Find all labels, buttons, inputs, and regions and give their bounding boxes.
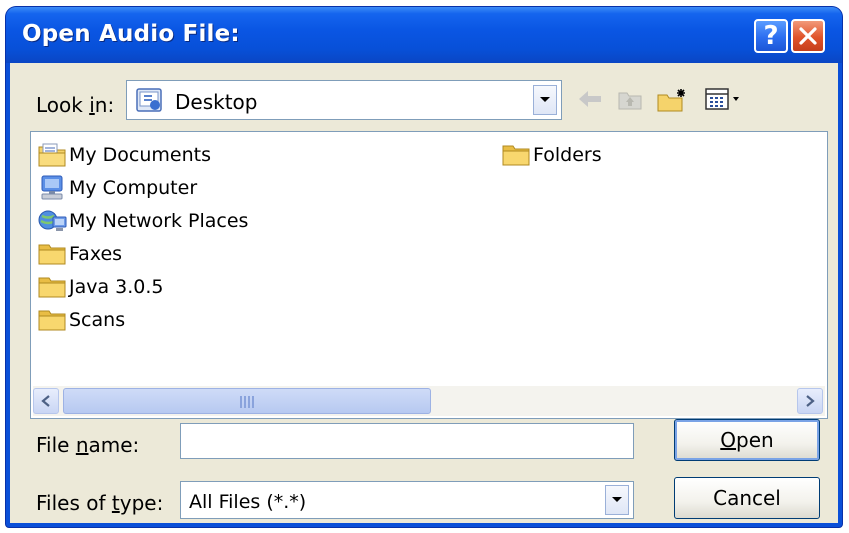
- view-menu-button[interactable]: [704, 87, 744, 116]
- look-in-value: Desktop: [175, 90, 258, 114]
- files-of-type-label: Files of type:: [36, 491, 164, 515]
- files-of-type-dropdown-button[interactable]: [605, 485, 629, 515]
- list-item-label: My Network Places: [69, 210, 249, 232]
- list-item-folders[interactable]: Folders: [501, 140, 602, 170]
- file-name-input[interactable]: [180, 423, 634, 459]
- dialog-body: Look in: Desktop My Documents My Compute…: [10, 63, 838, 523]
- up-folder-icon: [618, 92, 642, 110]
- list-item-my-network-places[interactable]: My Network Places: [37, 206, 248, 236]
- chevron-down-icon: [612, 497, 622, 502]
- horizontal-scrollbar[interactable]: [33, 386, 825, 416]
- look-in-dropdown[interactable]: Desktop: [126, 80, 562, 120]
- list-item-label: Scans: [69, 309, 126, 331]
- folder-icon: [37, 273, 69, 301]
- new-folder-icon: [657, 89, 685, 112]
- chevron-right-icon: [806, 395, 815, 407]
- list-item-label: Faxes: [69, 243, 123, 265]
- back-arrow-icon: [579, 91, 601, 107]
- desktop-icon: [136, 88, 162, 112]
- scrollbar-thumb[interactable]: [63, 388, 431, 414]
- files-of-type-value: All Files (*.*): [189, 491, 307, 513]
- list-item-my-computer[interactable]: My Computer: [37, 173, 197, 203]
- file-name-label: File name:: [36, 433, 140, 457]
- open-audio-file-dialog: Open Audio File: ? Look in: Desktop My D…: [6, 7, 842, 527]
- open-button[interactable]: Open: [674, 419, 820, 461]
- look-in-dropdown-button[interactable]: [533, 85, 557, 115]
- help-button[interactable]: ?: [754, 19, 788, 53]
- list-item-label: My Documents: [69, 144, 212, 166]
- list-item-my-documents[interactable]: My Documents: [37, 140, 211, 170]
- chevron-down-icon: [540, 97, 550, 102]
- network-places-icon: [37, 207, 69, 235]
- back-button[interactable]: [576, 87, 604, 116]
- list-item-scans[interactable]: Scans: [37, 305, 125, 335]
- list-item-faxes[interactable]: Faxes: [37, 239, 122, 269]
- scroll-right-button[interactable]: [797, 388, 823, 414]
- create-new-folder-button[interactable]: [656, 87, 690, 118]
- chevron-left-icon: [41, 395, 50, 407]
- title-bar[interactable]: Open Audio File: ?: [6, 7, 842, 63]
- list-item-label: Folders: [533, 144, 602, 166]
- folder-icon: [37, 240, 69, 268]
- look-in-label: Look in:: [36, 93, 115, 117]
- scroll-left-button[interactable]: [33, 388, 59, 414]
- close-icon: [799, 27, 817, 45]
- list-item-label: Java 3.0.5: [69, 276, 164, 298]
- list-item-label: My Computer: [69, 177, 198, 199]
- my-computer-icon: [37, 174, 69, 202]
- close-button[interactable]: [791, 19, 825, 53]
- folder-icon: [37, 306, 69, 334]
- files-of-type-dropdown[interactable]: All Files (*.*): [180, 481, 634, 519]
- view-menu-icon: [705, 88, 739, 110]
- folder-icon: [501, 141, 533, 169]
- list-item-java-3-0-5[interactable]: Java 3.0.5: [37, 272, 164, 302]
- my-documents-icon: [37, 141, 69, 169]
- up-one-level-button[interactable]: [616, 87, 644, 116]
- cancel-button[interactable]: Cancel: [674, 477, 820, 519]
- scrollbar-grip: [240, 396, 256, 408]
- dialog-title: Open Audio File:: [22, 21, 240, 47]
- file-list[interactable]: My Documents My Computer My Network Plac…: [30, 131, 828, 419]
